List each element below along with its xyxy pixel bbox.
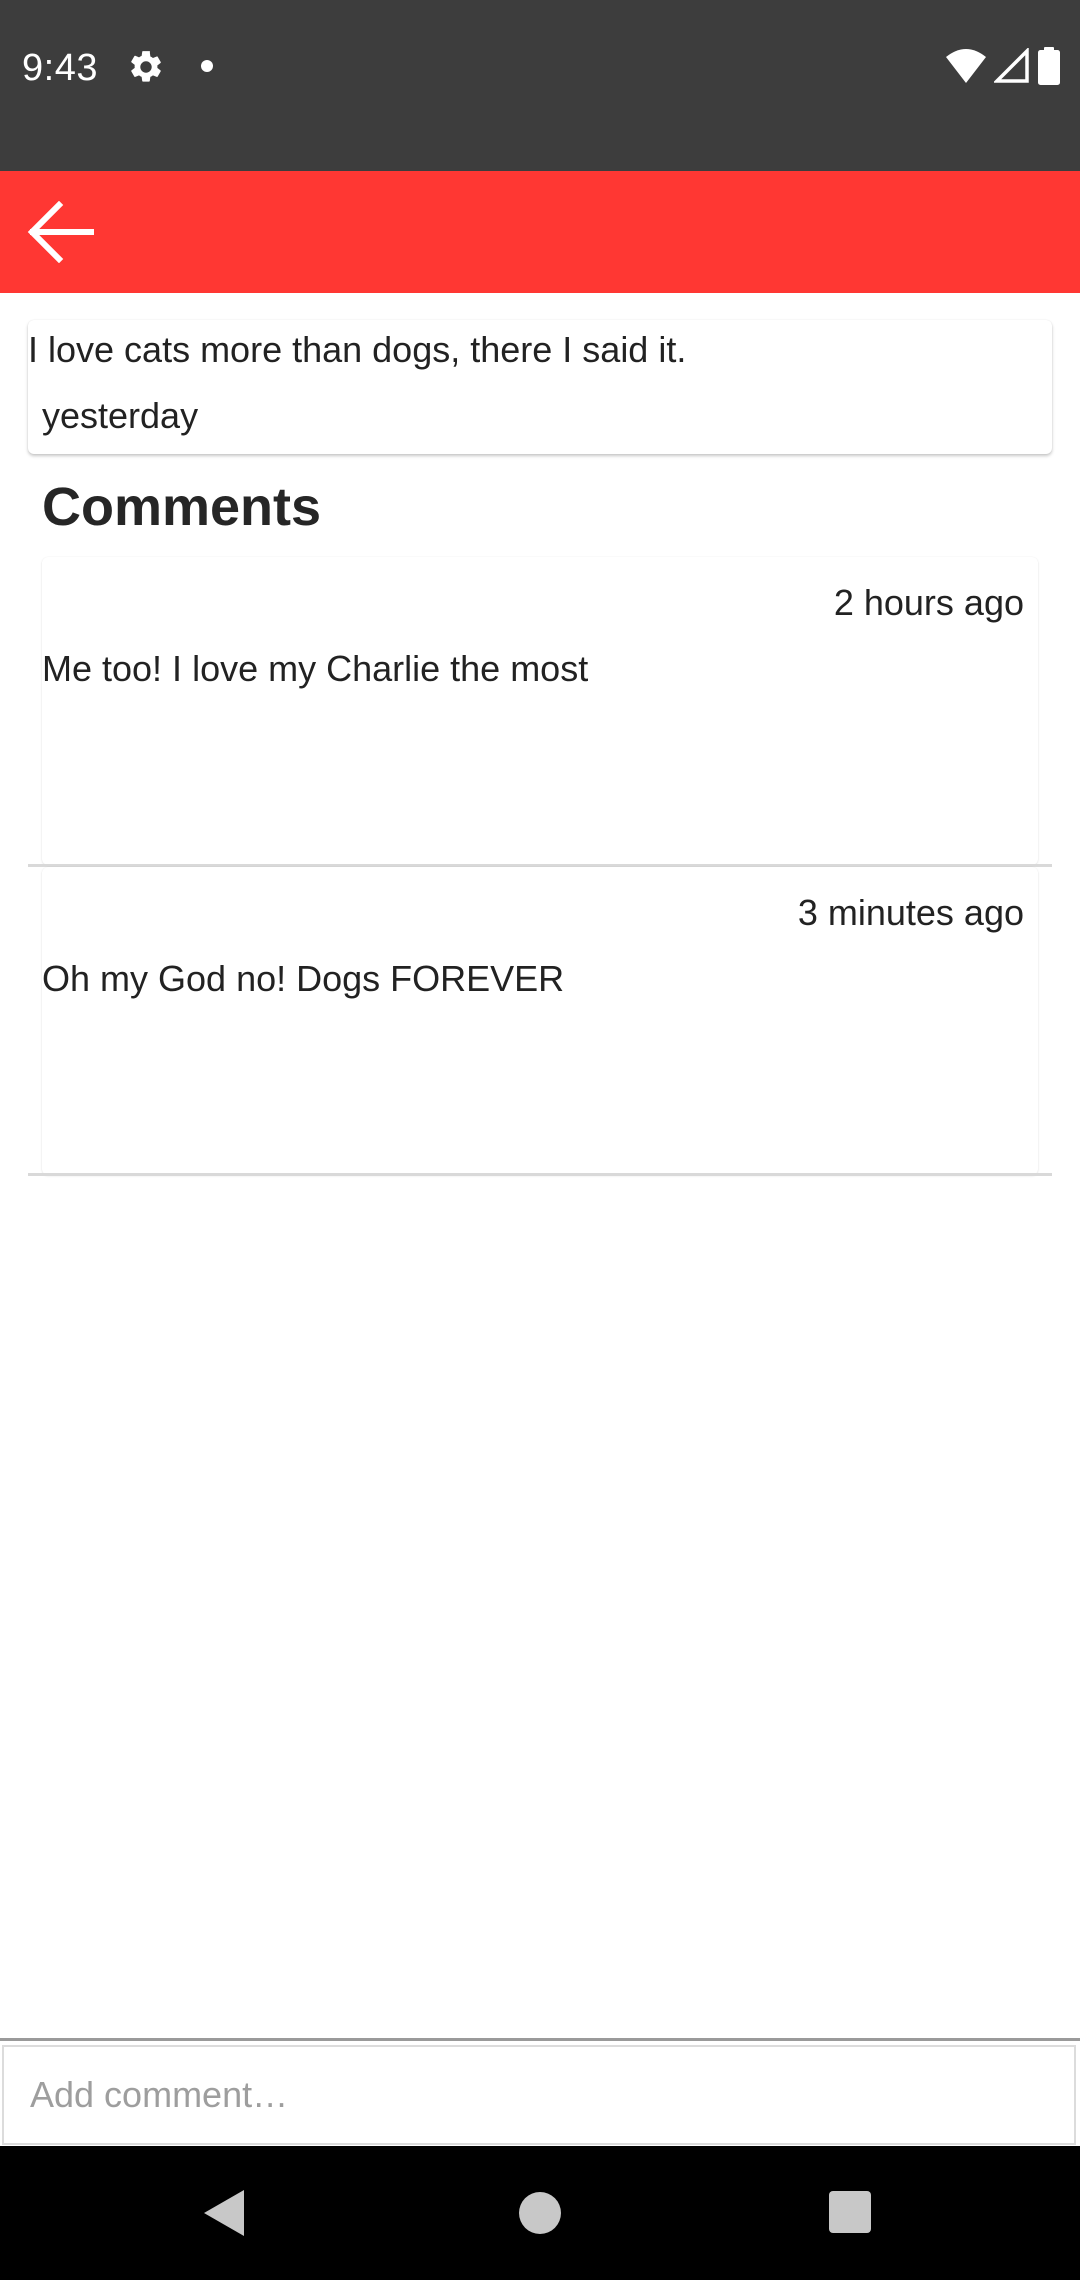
back-button[interactable] <box>20 195 100 269</box>
comment-input-area <box>0 2038 1080 2146</box>
wifi-icon <box>946 49 986 83</box>
comment-text: Oh my God no! Dogs FOREVER <box>42 958 565 999</box>
notification-dot-icon <box>201 60 213 72</box>
post-card: I love cats more than dogs, there I said… <box>28 320 1052 454</box>
post-text: I love cats more than dogs, there I said… <box>28 329 687 370</box>
gear-icon <box>131 51 161 82</box>
app-bar <box>0 171 1080 293</box>
comment-text: Me too! I love my Charlie the most <box>42 648 589 689</box>
status-time: 9:43 <box>22 47 98 89</box>
status-bar: 9:43 <box>0 0 1080 171</box>
nav-home-icon[interactable] <box>519 2192 561 2234</box>
comment-input[interactable] <box>2 2045 1076 2145</box>
nav-recents-icon[interactable] <box>829 2191 871 2233</box>
nav-back-icon[interactable] <box>204 2190 248 2236</box>
comments-heading: Comments <box>42 477 322 537</box>
status-icons <box>946 46 1060 86</box>
comment-timestamp: 2 hours ago <box>833 582 1024 623</box>
comment-card: 3 minutes ago Oh my God no! Dogs FOREVER <box>42 867 1038 1175</box>
comment-timestamp: 3 minutes ago <box>797 892 1024 933</box>
cellular-signal-icon <box>994 48 1029 83</box>
comment-card: 2 hours ago Me too! I love my Charlie th… <box>42 557 1038 865</box>
arrow-back-icon <box>27 201 94 263</box>
navigation-bar <box>0 2146 1080 2280</box>
post-timestamp: yesterday <box>42 395 199 436</box>
comment-divider <box>28 1173 1052 1176</box>
battery-icon <box>1038 47 1060 85</box>
